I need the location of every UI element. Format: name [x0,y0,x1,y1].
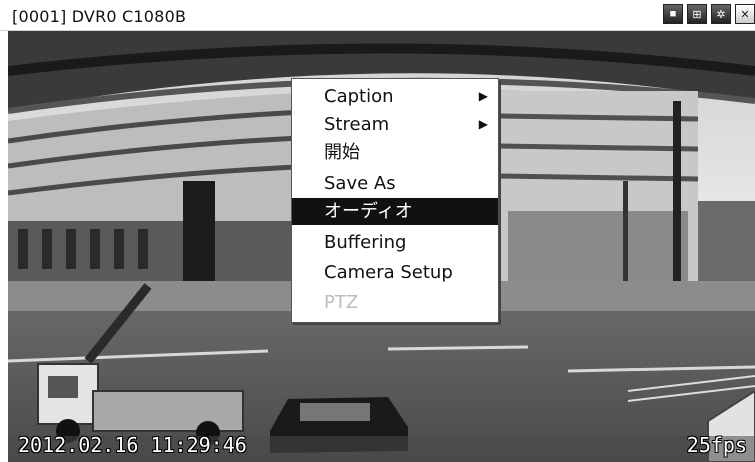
close-icon[interactable]: ✕ [735,4,755,24]
menu-item-camera-setup[interactable]: Camera Setup [292,259,498,286]
menu-item-audio[interactable]: オーディオ [292,198,498,225]
window-title: [0001] DVR0 C1080B [12,7,187,26]
menu-item-label: 開始 [324,142,360,163]
menu-item-save-as[interactable]: Save As [292,170,498,197]
menu-item-label: オーディオ [324,201,413,222]
window-title-bar: [0001] DVR0 C1080B ■ ⊞ ✲ ✕ [0,0,755,31]
menu-item-label: Stream [324,114,390,135]
context-menu: Caption ▶ Stream ▶ 開始 Save As オーディオ Buff… [291,78,499,323]
menu-item-ptz: PTZ [292,289,498,316]
settings-icon[interactable]: ✲ [711,4,731,24]
stop-icon[interactable]: ■ [663,4,683,24]
menu-item-label: PTZ [324,292,359,313]
menu-item-stream[interactable]: Stream ▶ [292,111,498,138]
title-bar-buttons: ■ ⊞ ✲ ✕ [663,4,755,24]
menu-item-label: Save As [324,173,396,194]
menu-item-label: Camera Setup [324,262,453,283]
menu-item-label: Buffering [324,232,407,253]
menu-item-buffering[interactable]: Buffering [292,229,498,256]
submenu-arrow-icon: ▶ [478,117,488,131]
video-timestamp: 2012.02.16 11:29:46 [18,433,247,457]
menu-item-start[interactable]: 開始 [292,139,498,166]
video-fps: 25fps [686,433,747,457]
menu-item-label: Caption [324,86,394,107]
menu-item-caption[interactable]: Caption ▶ [292,83,498,110]
grid-icon[interactable]: ⊞ [687,4,707,24]
submenu-arrow-icon: ▶ [478,89,488,103]
